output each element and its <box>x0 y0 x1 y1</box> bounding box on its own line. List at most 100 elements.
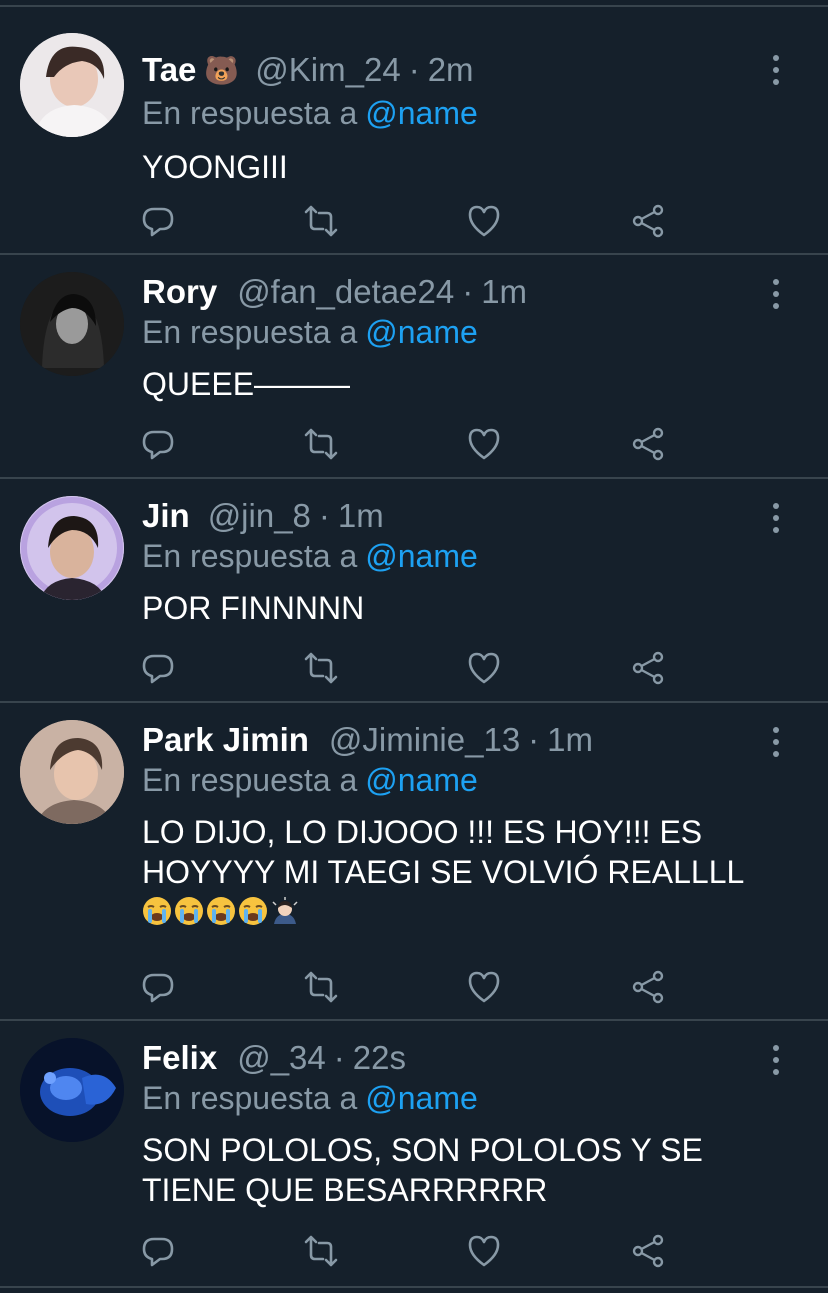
share-icon <box>630 426 666 462</box>
like-icon <box>466 426 502 462</box>
retweet-icon <box>303 650 339 686</box>
tweet-header: Felix @_34 · 22s <box>142 1038 406 1078</box>
reply-context: En respuesta a @name <box>142 95 478 132</box>
display-name[interactable]: Rory <box>142 273 217 311</box>
avatar[interactable] <box>20 720 124 824</box>
tweet[interactable]: Felix @_34 · 22s En respuesta a @name SON… <box>0 1021 828 1288</box>
reply-mention-link[interactable]: @name <box>365 538 478 574</box>
retweet-icon <box>303 426 339 462</box>
like-icon <box>466 1233 502 1269</box>
reply-button[interactable] <box>140 650 176 686</box>
display-name[interactable]: Jin <box>142 497 190 535</box>
like-button[interactable] <box>466 1233 502 1269</box>
reply-button[interactable] <box>140 426 176 462</box>
timestamp[interactable]: 2m <box>428 51 474 89</box>
reply-prefix: En respuesta a <box>142 1080 358 1116</box>
separator-dot: · <box>408 51 420 88</box>
display-name[interactable]: Felix <box>142 1039 217 1077</box>
reply-icon <box>140 1233 176 1269</box>
like-button[interactable] <box>466 969 502 1005</box>
loudly-crying-face-emoji <box>143 897 171 925</box>
loudly-crying-face-emoji <box>207 897 235 925</box>
like-icon <box>466 650 502 686</box>
bottom-edge <box>0 1288 828 1293</box>
person-bowing-emoji <box>272 897 298 924</box>
like-button[interactable] <box>466 650 502 686</box>
retweet-icon <box>303 1233 339 1269</box>
reply-context: En respuesta a @name <box>142 314 478 351</box>
more-icon[interactable] <box>770 503 782 533</box>
avatar[interactable] <box>20 33 124 137</box>
tweet-text: POR FINNNNN <box>142 590 365 626</box>
share-button[interactable] <box>630 203 666 239</box>
reply-prefix: En respuesta a <box>142 762 358 798</box>
separator-dot: · <box>333 1039 345 1076</box>
reply-context: En respuesta a @name <box>142 762 478 799</box>
tweet-text: LO DIJO, LO DIJOOO !!! ES HOY!!! ES HOYY… <box>142 814 745 890</box>
reply-mention-link[interactable]: @name <box>365 1080 478 1116</box>
share-button[interactable] <box>630 1233 666 1269</box>
user-handle[interactable]: @jin_8 <box>208 497 311 535</box>
tweet[interactable]: Tae 🐻 @Kim_24 · 2m En respuesta a @name Y… <box>0 7 828 255</box>
timestamp[interactable]: 22s <box>353 1039 406 1077</box>
retweet-button[interactable] <box>303 426 339 462</box>
timestamp[interactable]: 1m <box>547 721 593 759</box>
tweet-header: Rory @fan_detae24 · 1m <box>142 272 527 312</box>
more-icon[interactable] <box>770 727 782 757</box>
tweet[interactable]: Jin @jin_8 · 1m En respuesta a @name POR … <box>0 479 828 703</box>
display-name[interactable]: Tae <box>142 51 196 89</box>
tweet[interactable]: Park Jimin @Jiminie_13 · 1m En respuesta… <box>0 703 828 1021</box>
reply-prefix: En respuesta a <box>142 314 358 350</box>
action-bar <box>140 650 680 690</box>
separator-dot: · <box>528 721 540 758</box>
share-icon <box>630 969 666 1005</box>
reply-prefix: En respuesta a <box>142 538 358 574</box>
reply-button[interactable] <box>140 1233 176 1269</box>
retweet-icon <box>303 969 339 1005</box>
like-button[interactable] <box>466 203 502 239</box>
user-handle[interactable]: @Jiminie_13 <box>329 721 520 759</box>
share-icon <box>630 1233 666 1269</box>
user-handle[interactable]: @_34 <box>237 1039 326 1077</box>
retweet-button[interactable] <box>303 1233 339 1269</box>
reply-mention-link[interactable]: @name <box>365 762 478 798</box>
separator-dot: · <box>318 497 330 534</box>
reply-icon <box>140 969 176 1005</box>
retweet-button[interactable] <box>303 650 339 686</box>
separator-dot: · <box>462 273 474 310</box>
more-icon[interactable] <box>770 1045 782 1075</box>
display-name[interactable]: Park Jimin <box>142 721 309 759</box>
more-icon[interactable] <box>770 55 782 85</box>
retweet-button[interactable] <box>303 203 339 239</box>
tweet-text: SON POLOLOS, SON POLOLOS Y SE TIENE QUE … <box>142 1132 703 1208</box>
reply-mention-link[interactable]: @name <box>365 95 478 131</box>
top-divider <box>0 0 828 7</box>
bear-emoji: 🐻 <box>204 54 240 86</box>
avatar[interactable] <box>20 272 124 376</box>
timestamp[interactable]: 1m <box>338 497 384 535</box>
timestamp[interactable]: 1m <box>481 273 527 311</box>
reply-button[interactable] <box>140 969 176 1005</box>
avatar[interactable] <box>20 496 124 600</box>
action-bar <box>140 1233 680 1273</box>
more-icon[interactable] <box>770 279 782 309</box>
user-handle[interactable]: @fan_detae24 <box>237 273 454 311</box>
like-button[interactable] <box>466 426 502 462</box>
action-bar <box>140 969 680 1009</box>
share-icon <box>630 203 666 239</box>
like-icon <box>466 203 502 239</box>
reply-button[interactable] <box>140 203 176 239</box>
share-button[interactable] <box>630 426 666 462</box>
loudly-crying-face-emoji <box>175 897 203 925</box>
user-handle[interactable]: @Kim_24 <box>255 51 400 89</box>
retweet-button[interactable] <box>303 969 339 1005</box>
share-button[interactable] <box>630 969 666 1005</box>
reply-mention-link[interactable]: @name <box>365 314 478 350</box>
tweet[interactable]: Rory @fan_detae24 · 1m En respuesta a @na… <box>0 255 828 479</box>
action-bar <box>140 203 680 243</box>
tweet-body: LO DIJO, LO DIJOOO !!! ES HOY!!! ES HOYY… <box>142 812 792 926</box>
share-button[interactable] <box>630 650 666 686</box>
avatar[interactable] <box>20 1038 124 1142</box>
like-icon <box>466 969 502 1005</box>
reply-icon <box>140 650 176 686</box>
